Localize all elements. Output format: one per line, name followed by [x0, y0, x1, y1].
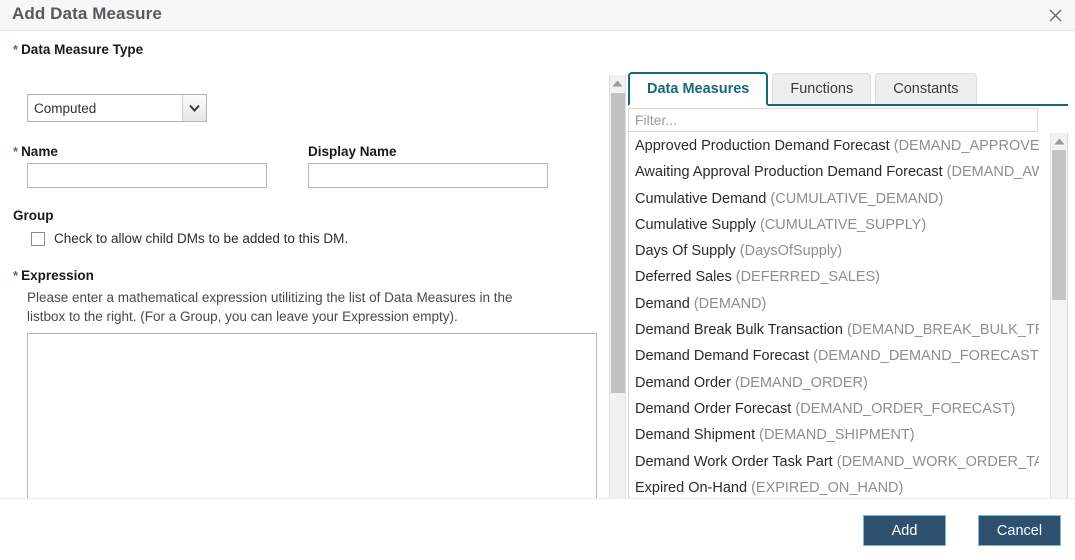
group-label: Group	[13, 208, 54, 223]
list-item-code: (DEMAND_ORDER)	[735, 375, 868, 391]
list-item-name: Cumulative Supply	[635, 217, 756, 233]
panel-tabs: Data Measures Functions Constants	[628, 72, 1068, 106]
expression-textarea[interactable]	[27, 333, 597, 498]
required-asterisk: *	[13, 268, 18, 283]
list-item-code: (DEMAND_APPROVED_PRODUCTION_FORECAST)	[894, 138, 1039, 154]
list-item[interactable]: Cumulative Supply (CUMULATIVE_SUPPLY)	[629, 212, 1039, 238]
list-item[interactable]: Demand Break Bulk Transaction (DEMAND_BR…	[629, 317, 1039, 343]
list-item[interactable]: Deferred Sales (DEFERRED_SALES)	[629, 264, 1039, 290]
data-measure-type-label: *Data Measure Type	[13, 42, 143, 57]
list-item[interactable]: Demand Shipment (DEMAND_SHIPMENT)	[629, 422, 1039, 448]
list-item[interactable]: Days Of Supply (DaysOfSupply)	[629, 238, 1039, 264]
scroll-up-icon[interactable]	[610, 75, 625, 91]
group-checkbox[interactable]	[31, 232, 45, 246]
list-item[interactable]: Approved Production Demand Forecast (DEM…	[629, 133, 1039, 159]
list-item-name: Demand Order Forecast	[635, 401, 791, 417]
list-item-code: (DEMAND_WORK_ORDER_TASK_PART)	[837, 454, 1039, 470]
list-scrollbar[interactable]	[1050, 133, 1067, 520]
list-item[interactable]: Demand Order (DEMAND_ORDER)	[629, 370, 1039, 396]
dialog-scrollbar[interactable]	[609, 75, 626, 528]
display-name-label: Display Name	[308, 144, 397, 159]
tab-functions[interactable]: Functions	[772, 73, 871, 104]
required-asterisk: *	[13, 144, 18, 159]
expression-label: *Expression	[13, 268, 94, 283]
list-item-name: Demand Shipment	[635, 427, 755, 443]
list-item[interactable]: Cumulative Demand (CUMULATIVE_DEMAND)	[629, 186, 1039, 212]
list-item-name: Awaiting Approval Production Demand Fore…	[635, 164, 943, 180]
tab-data-measures[interactable]: Data Measures	[628, 72, 768, 106]
list-item-name: Approved Production Demand Forecast	[635, 138, 890, 154]
form-pane: *Data Measure Type Computed *Name Displa…	[0, 31, 604, 498]
list-item-code: (DEMAND_SHIPMENT)	[759, 427, 914, 443]
list-item-code: (CUMULATIVE_SUPPLY)	[760, 217, 926, 233]
list-item-code: (DaysOfSupply)	[740, 243, 842, 259]
dialog-footer: Add Cancel	[0, 498, 1075, 560]
expression-help-text: Please enter a mathematical expression u…	[27, 288, 547, 326]
list-item-code: (DEMAND_AWAITING_APPROVAL_PRODUCTION_FOR…	[947, 164, 1039, 180]
list-item[interactable]: Awaiting Approval Production Demand Fore…	[629, 159, 1039, 185]
list-item-name: Demand	[635, 296, 690, 312]
chevron-down-icon	[182, 95, 206, 121]
close-icon[interactable]	[1043, 3, 1067, 27]
group-checkbox-row[interactable]: Check to allow child DMs to be added to …	[31, 231, 348, 246]
list-item-name: Demand Break Bulk Transaction	[635, 322, 843, 338]
tab-constants[interactable]: Constants	[875, 73, 976, 104]
list-scrollbar-thumb[interactable]	[1052, 150, 1066, 300]
filter-input[interactable]	[628, 108, 1038, 132]
dialog-header: Add Data Measure	[0, 0, 1075, 31]
required-asterisk: *	[13, 42, 18, 57]
list-scroll-up-icon[interactable]	[1051, 133, 1067, 149]
list-item-name: Days Of Supply	[635, 243, 736, 259]
list-item-name: Expired On-Hand	[635, 480, 747, 496]
list-item-code: (CUMULATIVE_DEMAND)	[770, 191, 943, 207]
dialog-title: Add Data Measure	[12, 4, 162, 24]
list-item[interactable]: Demand (DEMAND)	[629, 291, 1039, 317]
list-item-code: (DEMAND_BREAK_BULK_TRANSACTION)	[847, 322, 1039, 338]
dialog-body: *Data Measure Type Computed *Name Displa…	[0, 31, 1075, 498]
data-measures-list: Approved Production Demand Forecast (DEM…	[629, 133, 1039, 521]
name-input[interactable]	[27, 163, 267, 188]
name-label: *Name	[13, 144, 58, 159]
list-item-code: (EXPIRED_ON_HAND)	[751, 480, 903, 496]
cancel-button[interactable]: Cancel	[978, 515, 1061, 546]
list-item-name: Deferred Sales	[635, 269, 732, 285]
list-item[interactable]: Demand Order Forecast (DEMAND_ORDER_FORE…	[629, 396, 1039, 422]
dialog-scrollbar-thumb[interactable]	[611, 93, 625, 393]
add-data-measure-dialog: Add Data Measure *Data Measure Type Comp…	[0, 0, 1075, 560]
list-item-name: Demand Work Order Task Part	[635, 454, 833, 470]
list-item-code: (DEMAND_DEMAND_FORECAST)	[813, 348, 1039, 364]
list-item-code: (DEMAND)	[694, 296, 767, 312]
add-button[interactable]: Add	[863, 515, 946, 546]
list-item[interactable]: Demand Demand Forecast (DEMAND_DEMAND_FO…	[629, 343, 1039, 369]
list-item[interactable]: Demand Work Order Task Part (DEMAND_WORK…	[629, 449, 1039, 475]
reference-panel: Data Measures Functions Constants Approv…	[628, 72, 1068, 527]
list-item-name: Demand Demand Forecast	[635, 348, 809, 364]
list-item-name: Demand Order	[635, 375, 731, 391]
group-checkbox-label: Check to allow child DMs to be added to …	[54, 231, 348, 246]
list-item-code: (DEFERRED_SALES)	[736, 269, 880, 285]
display-name-input[interactable]	[308, 163, 548, 188]
list-item-name: Cumulative Demand	[635, 191, 766, 207]
data-measures-listbox[interactable]: Approved Production Demand Forecast (DEM…	[628, 133, 1068, 521]
data-measure-type-value: Computed	[28, 101, 182, 116]
list-item-code: (DEMAND_ORDER_FORECAST)	[795, 401, 1015, 417]
data-measure-type-select[interactable]: Computed	[27, 94, 207, 122]
